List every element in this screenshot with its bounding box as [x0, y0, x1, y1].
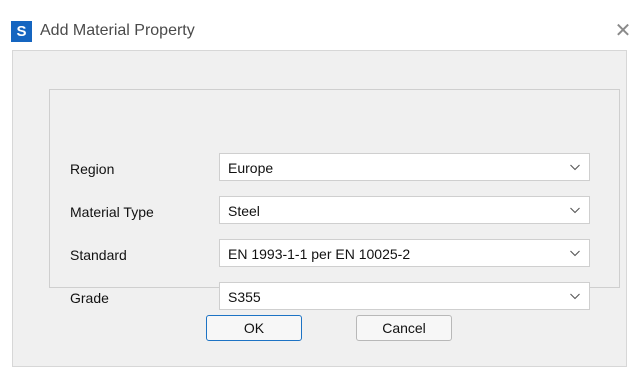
material-type-label: Material Type	[70, 204, 154, 220]
grade-label: Grade	[70, 290, 109, 306]
dialog-title: Add Material Property	[40, 22, 195, 39]
chevron-down-icon	[570, 207, 580, 214]
title-bar[interactable]: S Add Material Property ✕	[0, 0, 638, 50]
ok-button[interactable]: OK	[206, 315, 302, 341]
chevron-down-icon	[570, 293, 580, 300]
grade-value: S355	[228, 289, 261, 305]
standard-label: Standard	[70, 247, 127, 263]
close-icon: ✕	[614, 18, 632, 42]
properties-group: Region Europe Material Type Steel Standa…	[49, 89, 620, 310]
region-value: Europe	[228, 160, 274, 176]
material-type-value: Steel	[228, 203, 260, 219]
close-button[interactable]: ✕	[608, 15, 638, 45]
region-label: Region	[70, 161, 115, 177]
add-material-property-dialog: S Add Material Property ✕ Region Europe …	[0, 0, 638, 380]
grade-dropdown[interactable]: S355	[219, 282, 590, 310]
region-dropdown[interactable]: Europe	[219, 153, 590, 181]
chevron-down-icon	[570, 164, 580, 171]
chevron-down-icon	[570, 250, 580, 257]
app-logo-icon: S	[11, 21, 32, 42]
dialog-body: Region Europe Material Type Steel Standa…	[12, 50, 627, 367]
standard-dropdown[interactable]: EN 1993-1-1 per EN 10025-2	[219, 239, 590, 267]
cancel-button[interactable]: Cancel	[356, 315, 452, 341]
standard-value: EN 1993-1-1 per EN 10025-2	[228, 246, 411, 262]
material-type-dropdown[interactable]: Steel	[219, 196, 590, 224]
